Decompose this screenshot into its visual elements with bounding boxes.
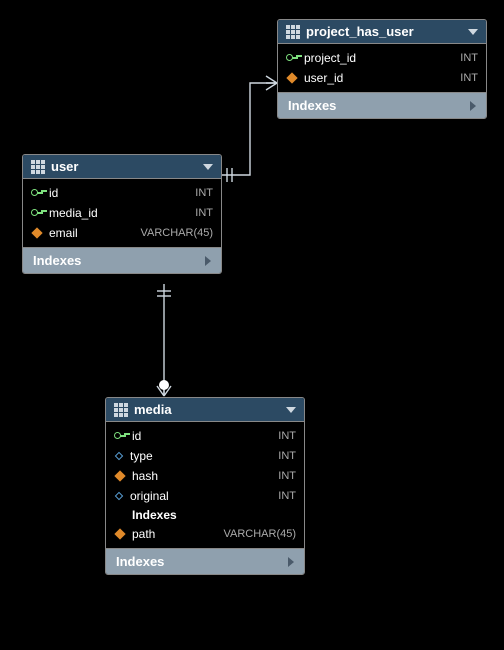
primary-key-icon bbox=[114, 430, 126, 442]
column-type: INT bbox=[278, 468, 296, 484]
column-row[interactable]: email VARCHAR(45) bbox=[23, 223, 221, 243]
collapse-icon[interactable] bbox=[468, 29, 478, 35]
inline-indexes-label: Indexes bbox=[106, 506, 304, 524]
primary-key-icon bbox=[31, 187, 43, 199]
column-filled-diamond-icon bbox=[114, 528, 125, 539]
collapse-icon[interactable] bbox=[286, 407, 296, 413]
indexes-label: Indexes bbox=[288, 98, 462, 113]
column-type: VARCHAR(45) bbox=[223, 526, 296, 542]
indexes-label: Indexes bbox=[33, 253, 197, 268]
column-name: id bbox=[49, 185, 189, 201]
entity-columns: project_id INT user_id INT bbox=[278, 44, 486, 92]
expand-icon[interactable] bbox=[205, 256, 211, 266]
column-open-diamond-icon bbox=[115, 492, 123, 500]
column-type: INT bbox=[278, 448, 296, 464]
column-type: VARCHAR(45) bbox=[140, 225, 213, 241]
column-name: media_id bbox=[49, 205, 189, 221]
entity-header[interactable]: media bbox=[106, 398, 304, 422]
column-row[interactable]: id INT bbox=[106, 426, 304, 446]
column-row[interactable]: project_id INT bbox=[278, 48, 486, 68]
column-open-diamond-icon bbox=[115, 452, 123, 460]
column-row[interactable]: media_id INT bbox=[23, 203, 221, 223]
column-row[interactable]: original INT bbox=[106, 486, 304, 506]
column-name: email bbox=[49, 225, 134, 241]
column-name: original bbox=[130, 488, 272, 504]
entity-header[interactable]: project_has_user bbox=[278, 20, 486, 44]
column-name: user_id bbox=[304, 70, 454, 86]
column-type: INT bbox=[195, 185, 213, 201]
indexes-bar[interactable]: Indexes bbox=[106, 548, 304, 574]
column-row[interactable]: id INT bbox=[23, 183, 221, 203]
column-row[interactable]: path VARCHAR(45) bbox=[106, 524, 304, 544]
column-filled-diamond-icon bbox=[286, 72, 297, 83]
column-row[interactable]: user_id INT bbox=[278, 68, 486, 88]
column-type: INT bbox=[460, 50, 478, 66]
entity-title: media bbox=[134, 402, 280, 417]
entity-project_has_user[interactable]: project_has_user project_id INT user_id INT I… bbox=[277, 19, 487, 119]
expand-icon[interactable] bbox=[288, 557, 294, 567]
column-filled-diamond-icon bbox=[114, 470, 125, 481]
indexes-bar[interactable]: Indexes bbox=[278, 92, 486, 118]
column-name: project_id bbox=[304, 50, 454, 66]
entity-media[interactable]: media id INT type INT hash INT original INT Index… bbox=[105, 397, 305, 575]
column-filled-diamond-icon bbox=[31, 227, 42, 238]
table-icon bbox=[31, 160, 45, 174]
relationship-endpoint-dot bbox=[159, 380, 169, 390]
entity-columns: idINTtypeINThashINToriginalINTIndexespat… bbox=[106, 422, 304, 548]
entity-user[interactable]: user id INT media_id INT email VARCHAR(45) Inde… bbox=[22, 154, 222, 274]
entity-columns: id INT media_id INT email VARCHAR(45) bbox=[23, 179, 221, 247]
column-name: hash bbox=[132, 468, 272, 484]
table-icon bbox=[114, 403, 128, 417]
column-name: type bbox=[130, 448, 272, 464]
column-row[interactable]: hash INT bbox=[106, 466, 304, 486]
entity-title: user bbox=[51, 159, 197, 174]
column-name: path bbox=[132, 526, 217, 542]
column-type: INT bbox=[278, 428, 296, 444]
column-type: INT bbox=[195, 205, 213, 221]
indexes-bar[interactable]: Indexes bbox=[23, 247, 221, 273]
entity-header[interactable]: user bbox=[23, 155, 221, 179]
table-icon bbox=[286, 25, 300, 39]
collapse-icon[interactable] bbox=[203, 164, 213, 170]
primary-key-icon bbox=[286, 52, 298, 64]
column-type: INT bbox=[278, 488, 296, 504]
primary-key-icon bbox=[31, 207, 43, 219]
indexes-label: Indexes bbox=[116, 554, 280, 569]
expand-icon[interactable] bbox=[470, 101, 476, 111]
column-name: id bbox=[132, 428, 272, 444]
column-type: INT bbox=[460, 70, 478, 86]
entity-title: project_has_user bbox=[306, 24, 462, 39]
column-row[interactable]: type INT bbox=[106, 446, 304, 466]
